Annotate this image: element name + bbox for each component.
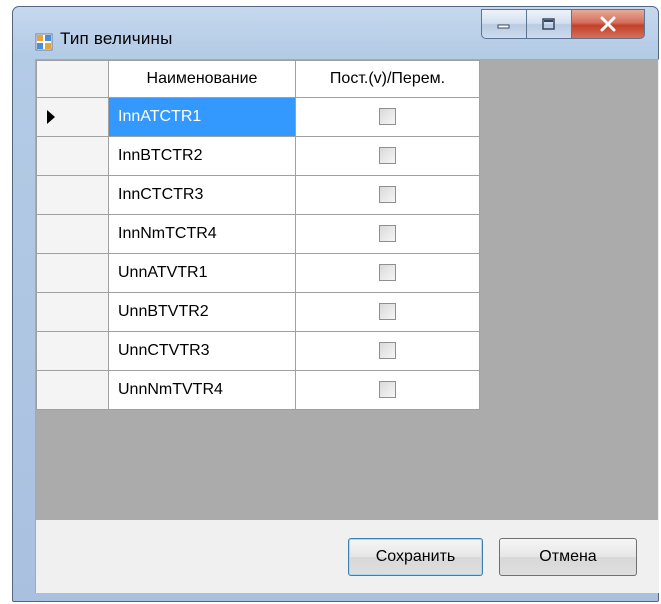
dialog-window: Тип величины Наименование Пост.(v)/Перем… [12,6,659,602]
cell-name[interactable]: UnnNmTVTR4 [108,370,296,410]
table-row[interactable]: InnNmTCTR4 [36,214,480,254]
cancel-button[interactable]: Отмена [499,538,637,576]
save-button[interactable]: Сохранить [348,538,483,576]
table-row[interactable]: UnnATVTR1 [36,253,480,293]
row-header[interactable] [36,175,109,215]
table-row[interactable]: UnnBTVTR2 [36,292,480,332]
cell-checkbox-cell[interactable] [295,292,480,332]
row-header[interactable] [36,97,109,137]
column-header-const-var[interactable]: Пост.(v)/Перем. [295,60,480,98]
checkbox[interactable] [379,264,396,282]
minimize-button[interactable] [481,9,527,39]
cell-name[interactable]: UnnATVTR1 [108,253,296,293]
cell-name[interactable]: InnBTCTR2 [108,136,296,176]
close-button[interactable] [571,9,645,39]
checkbox[interactable] [379,225,396,243]
column-header-name[interactable]: Наименование [108,60,296,98]
minimize-icon [497,24,510,29]
cell-checkbox-cell[interactable] [295,370,480,410]
table-row[interactable]: InnATCTR1 [36,97,480,137]
cell-checkbox-cell[interactable] [295,331,480,371]
row-header[interactable] [36,292,109,332]
cell-name[interactable]: InnATCTR1 [108,97,296,137]
maximize-button[interactable] [526,9,572,39]
checkbox[interactable] [379,381,396,399]
cell-checkbox-cell[interactable] [295,175,480,215]
row-header[interactable] [36,331,109,371]
table-row[interactable]: UnnCTVTR3 [36,331,480,371]
cell-checkbox-cell[interactable] [295,97,480,137]
checkbox[interactable] [379,303,396,321]
table-row[interactable]: UnnNmTVTR4 [36,370,480,410]
current-row-arrow-icon [47,110,55,124]
grid-corner-header[interactable] [36,60,109,98]
cell-name[interactable]: InnNmTCTR4 [108,214,296,254]
checkbox[interactable] [379,147,396,165]
checkbox[interactable] [379,186,396,204]
window-title: Тип величины [60,29,173,48]
cell-checkbox-cell[interactable] [295,253,480,293]
checkbox[interactable] [379,108,396,126]
close-icon [600,16,616,32]
cell-checkbox-cell[interactable] [295,136,480,176]
row-header[interactable] [36,136,109,176]
table-row[interactable]: InnCTCTR3 [36,175,480,215]
maximize-icon [542,18,555,30]
row-header[interactable] [36,370,109,410]
cell-name[interactable]: InnCTCTR3 [108,175,296,215]
cell-name[interactable]: UnnCTVTR3 [108,331,296,371]
cell-name[interactable]: UnnBTVTR2 [108,292,296,332]
data-grid[interactable]: Наименование Пост.(v)/Перем. InnATCTR1 I… [36,60,658,520]
table-row[interactable]: InnBTCTR2 [36,136,480,176]
title-bar[interactable]: Тип величины [13,7,658,57]
cell-checkbox-cell[interactable] [295,214,480,254]
checkbox[interactable] [379,342,396,360]
row-header[interactable] [36,214,109,254]
app-icon [35,33,53,51]
row-header[interactable] [36,253,109,293]
dialog-client-area: Наименование Пост.(v)/Перем. InnATCTR1 I… [35,59,659,593]
data-grid-table: Наименование Пост.(v)/Перем. InnATCTR1 I… [36,60,480,410]
